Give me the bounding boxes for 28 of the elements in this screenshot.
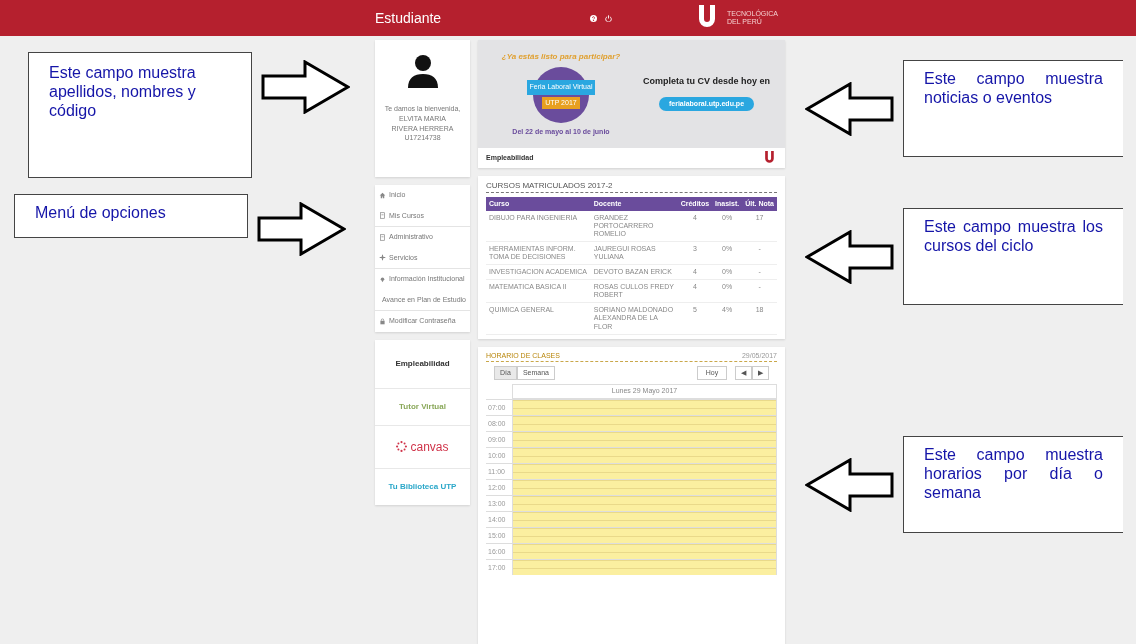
cross-icon [379, 254, 386, 262]
tutor-link[interactable]: Tutor Virtual [375, 388, 470, 426]
power-icon[interactable] [605, 14, 612, 22]
annotation-box: Este campo muestra apellidos, nombres y código [28, 52, 252, 178]
portal-title: Estudiante [375, 11, 443, 25]
canvas-link[interactable]: canvas [375, 425, 470, 469]
left-arrow-icon [805, 81, 895, 136]
left-arrow-icon [805, 229, 895, 284]
dotted-ring-icon [396, 440, 408, 452]
banner-headline: ¿Ya estás listo para participar? [500, 50, 622, 63]
empleabilidad-link[interactable]: Empleabilidad [375, 339, 470, 389]
document-icon [379, 212, 386, 220]
annotation-box: Este campo muestra horarios por día o semana [903, 436, 1123, 533]
home-icon [379, 191, 386, 199]
annotation-box: Este campo muestra los cursos del ciclo [903, 208, 1123, 305]
left-arrow-icon [805, 457, 895, 512]
cta-text: Completa tu CV desde hoy en [642, 75, 771, 89]
right-arrow-icon [256, 202, 346, 256]
panel-title: CURSOS MATRICULADOS 2017-2 [486, 180, 777, 193]
lock-icon [379, 317, 386, 325]
library-link[interactable]: Tu Biblioteca UTP [375, 468, 470, 505]
right-arrow-icon [260, 60, 350, 114]
annotation-box: Menú de opciones [14, 194, 248, 238]
annotation-box: Este campo muestra noticias o eventos [903, 60, 1123, 157]
map-pin-icon [379, 275, 386, 283]
help-icon[interactable] [590, 14, 597, 22]
document-icon [379, 233, 386, 241]
university-logo-icon [763, 151, 777, 165]
